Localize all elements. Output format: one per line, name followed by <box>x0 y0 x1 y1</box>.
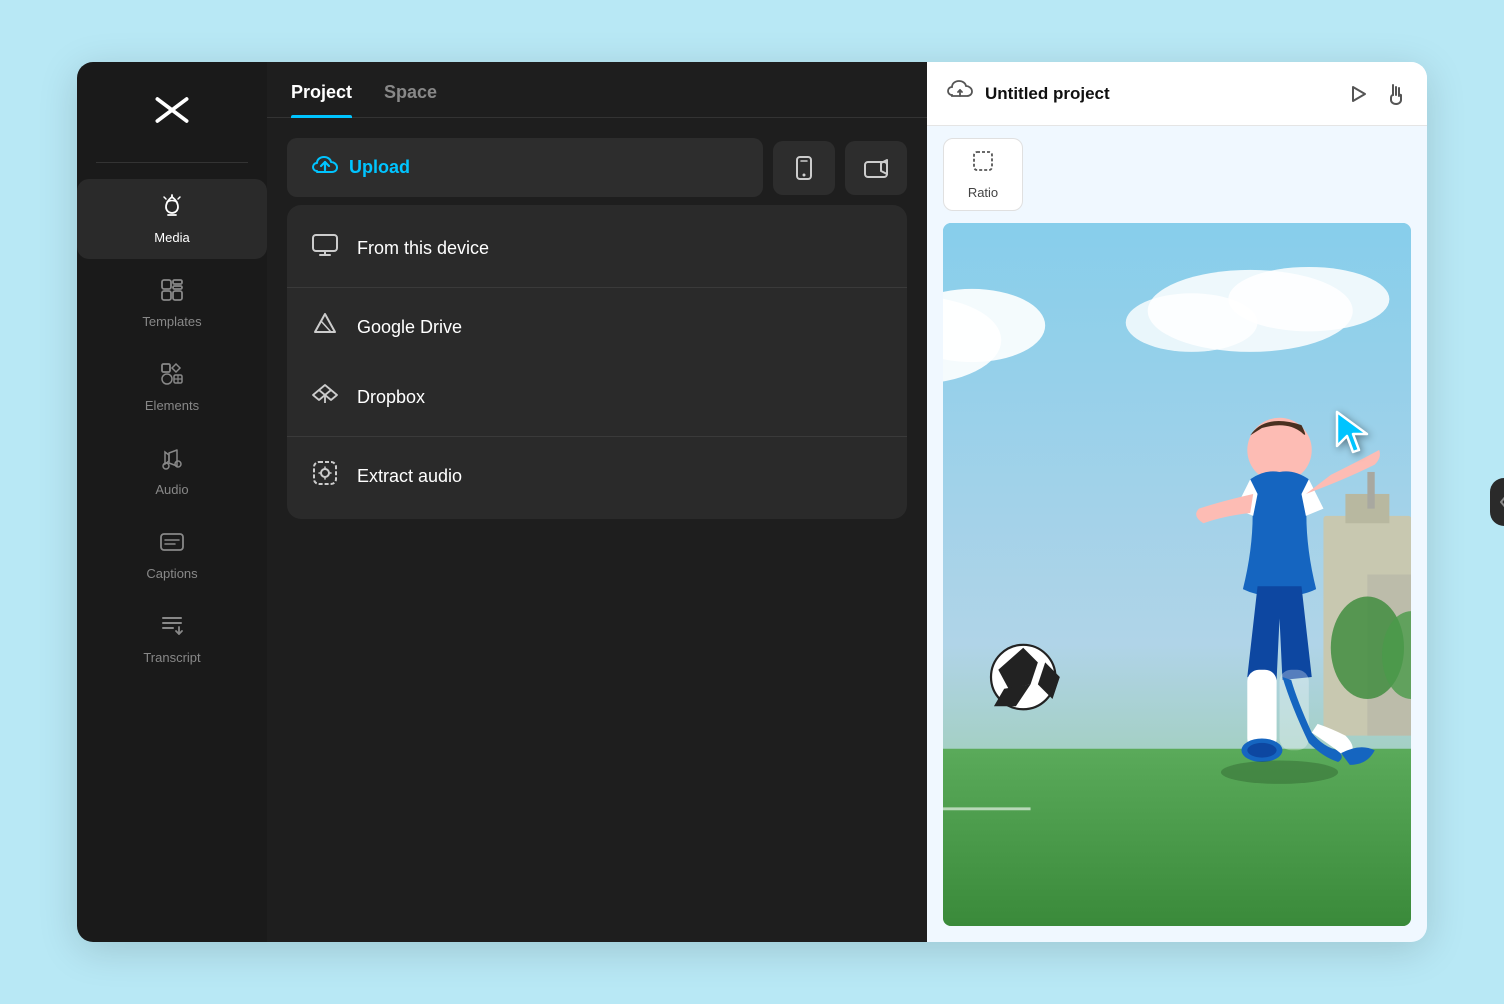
sidebar-item-templates[interactable]: Templates <box>77 263 267 343</box>
sidebar-item-transcript-label: Transcript <box>143 650 200 665</box>
captions-icon <box>159 529 185 560</box>
sidebar-item-captions[interactable]: Captions <box>77 515 267 595</box>
upload-dropdown: From this device Google Drive <box>287 205 907 519</box>
upload-button[interactable]: Upload <box>287 138 763 197</box>
sidebar-item-media[interactable]: Media <box>77 179 267 259</box>
sidebar-item-audio-label: Audio <box>155 482 188 497</box>
dropdown-divider-1 <box>287 287 907 288</box>
elements-icon <box>159 361 185 392</box>
upload-row: Upload <box>287 138 907 197</box>
app-logo <box>148 86 196 134</box>
sidebar-item-captions-label: Captions <box>146 566 197 581</box>
extract-audio-icon <box>311 459 339 493</box>
play-button[interactable] <box>1347 83 1369 105</box>
dropdown-item-extract-audio-label: Extract audio <box>357 466 462 487</box>
sidebar-item-transcript[interactable]: Transcript <box>77 599 267 679</box>
preview-title: Untitled project <box>985 84 1335 104</box>
media-icon <box>159 193 185 224</box>
sidebar-divider <box>96 162 248 163</box>
hand-tool-button[interactable] <box>1385 83 1407 105</box>
audio-icon <box>159 445 185 476</box>
google-drive-icon <box>311 310 339 344</box>
upload-area: Upload <box>267 118 927 197</box>
mobile-upload-button[interactable] <box>773 141 835 195</box>
tabs-bar: Project Space <box>267 62 927 118</box>
preview-panel: Untitled project <box>927 62 1427 942</box>
dropdown-divider-2 <box>287 436 907 437</box>
preview-header: Untitled project <box>927 62 1427 126</box>
dropbox-icon <box>311 380 339 414</box>
sidebar-item-media-label: Media <box>154 230 189 245</box>
monitor-icon <box>311 231 339 265</box>
dropdown-item-dropbox[interactable]: Dropbox <box>287 362 907 432</box>
ratio-label: Ratio <box>968 185 998 200</box>
upload-button-label: Upload <box>349 157 410 178</box>
ratio-bar: Ratio <box>927 126 1427 223</box>
sidebar-item-elements[interactable]: Elements <box>77 347 267 427</box>
templates-icon <box>159 277 185 308</box>
sidebar-item-elements-label: Elements <box>145 398 199 413</box>
dropdown-item-dropbox-label: Dropbox <box>357 387 425 408</box>
preview-header-actions <box>1347 83 1407 105</box>
sidebar-item-audio[interactable]: Audio <box>77 431 267 511</box>
transcript-icon <box>159 613 185 644</box>
soccer-preview-image <box>943 223 1411 926</box>
cloud-save-icon <box>947 78 973 110</box>
dropdown-item-google-drive[interactable]: Google Drive <box>287 292 907 362</box>
app-container: Media Templates <box>77 62 1427 942</box>
sidebar: Media Templates <box>77 62 267 942</box>
ratio-icon <box>971 149 995 179</box>
dropdown-item-extract-audio[interactable]: Extract audio <box>287 441 907 511</box>
sidebar-item-templates-label: Templates <box>142 314 201 329</box>
dropdown-item-google-drive-label: Google Drive <box>357 317 462 338</box>
tab-project[interactable]: Project <box>291 82 352 117</box>
dropdown-item-from-device[interactable]: From this device <box>287 213 907 283</box>
upload-cloud-icon <box>311 152 339 183</box>
main-panel: Project Space Upload <box>267 62 927 942</box>
ratio-button[interactable]: Ratio <box>943 138 1023 211</box>
dropdown-item-from-device-label: From this device <box>357 238 489 259</box>
camera-upload-button[interactable] <box>845 141 907 195</box>
tab-space[interactable]: Space <box>384 82 437 117</box>
